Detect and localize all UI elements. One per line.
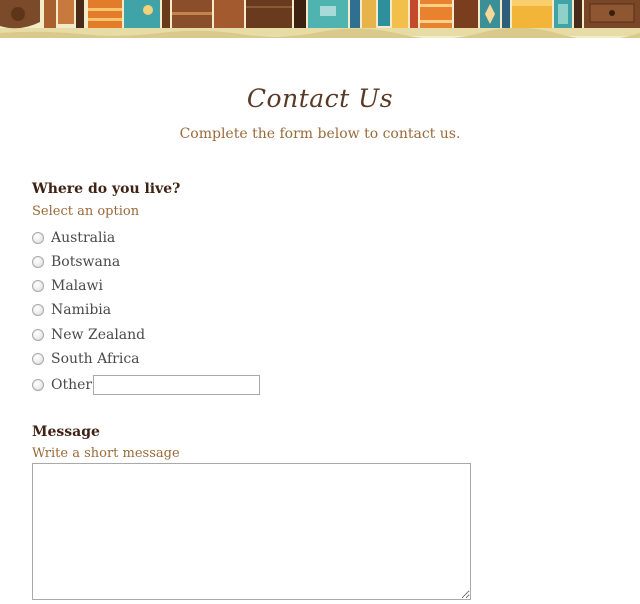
bookshelf-banner-image — [0, 0, 640, 38]
radio-option-label: Australia — [51, 230, 116, 246]
radio-option-label: Botswana — [51, 254, 121, 270]
radio-option-australia[interactable]: Australia — [32, 228, 115, 248]
radio-option-south-africa[interactable]: South Africa — [32, 349, 140, 369]
radio-button[interactable] — [32, 379, 44, 391]
location-question-hint: Select an option — [32, 204, 140, 219]
page-title: Contact Us — [246, 84, 394, 113]
radio-option-other[interactable]: Other: — [32, 375, 97, 395]
radio-button[interactable] — [32, 329, 44, 341]
radio-button[interactable] — [32, 256, 44, 268]
radio-option-label: Malawi — [51, 278, 103, 294]
page-subtitle: Complete the form below to contact us. — [179, 126, 461, 142]
location-question-label: Where do you live? — [32, 181, 181, 197]
message-textarea[interactable] — [32, 463, 471, 600]
message-label: Message — [32, 424, 100, 440]
radio-option-botswana[interactable]: Botswana — [32, 252, 120, 272]
radio-option-label: Other: — [51, 377, 97, 393]
radio-button[interactable] — [32, 304, 44, 316]
radio-option-namibia[interactable]: Namibia — [32, 300, 111, 320]
radio-option-label: South Africa — [51, 351, 140, 367]
message-hint: Write a short message — [32, 446, 180, 461]
radio-option-malawi[interactable]: Malawi — [32, 276, 103, 296]
radio-option-label: New Zealand — [51, 327, 146, 343]
radio-option-new-zealand[interactable]: New Zealand — [32, 325, 145, 345]
radio-button[interactable] — [32, 353, 44, 365]
radio-option-label: Namibia — [51, 302, 112, 318]
radio-button[interactable] — [32, 232, 44, 244]
radio-button[interactable] — [32, 280, 44, 292]
other-text-input[interactable] — [93, 375, 260, 395]
